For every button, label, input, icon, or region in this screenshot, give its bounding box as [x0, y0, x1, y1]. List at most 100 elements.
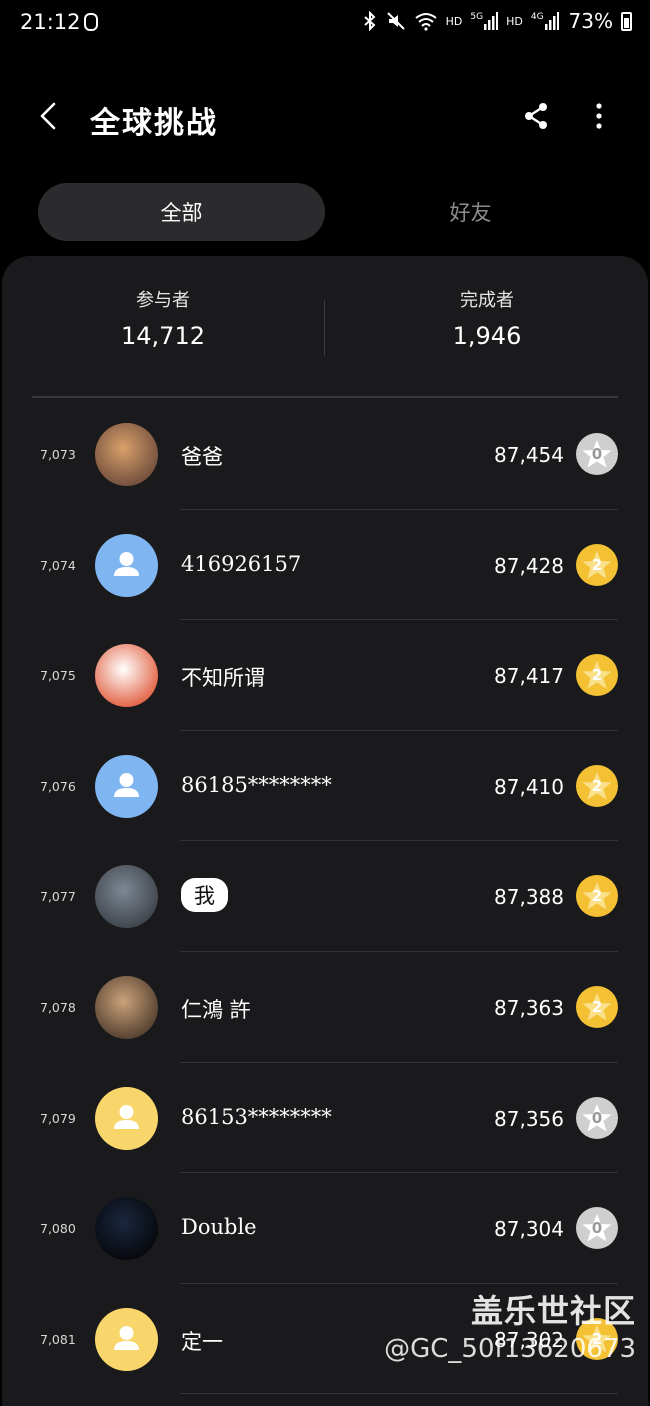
- score: 87,356: [494, 1106, 564, 1131]
- network-label: HD: [506, 14, 523, 28]
- person-icon: [114, 772, 139, 797]
- user-name: 仁鴻 許: [181, 997, 251, 1022]
- user-name: 416926157: [181, 551, 302, 576]
- star-badge-icon: 2: [576, 1317, 618, 1360]
- default-avatar: [95, 1307, 158, 1371]
- battery-percent: 73%: [568, 9, 613, 33]
- signal-bars: [544, 12, 559, 30]
- leaderboard-row[interactable]: 7,078 仁鴻 許 87,363 2: [2, 952, 648, 1063]
- star-badge-icon: 0: [576, 1096, 618, 1139]
- score: 87,388: [494, 885, 564, 910]
- signal-4g-icon: 4G: [531, 12, 559, 30]
- star-badge-icon: 2: [576, 985, 618, 1028]
- finishers-stat: 完成者 1,946: [326, 286, 648, 350]
- star-badge-icon: 2: [576, 654, 618, 697]
- stats-divider: [324, 300, 325, 356]
- leaderboard-row[interactable]: 7,080 Double 87,304 0: [2, 1173, 648, 1284]
- person-icon: [114, 1325, 139, 1350]
- network-label: 5G: [470, 12, 484, 22]
- leaderboard-panel: 参与者 14,712 完成者 1,946 7,073 爸爸 87,454 0 7,074…: [2, 256, 648, 1406]
- score: 87,417: [494, 664, 564, 689]
- user-name: 86153********: [181, 1104, 332, 1129]
- rank-number: 7,080: [40, 1221, 76, 1237]
- star-badge-icon: 2: [576, 764, 618, 807]
- status-icons: HD 5G HD 4G 73%: [362, 9, 632, 33]
- badge-count: 2: [591, 1329, 603, 1348]
- badge-count: 2: [591, 997, 603, 1016]
- stats-separator: [32, 396, 618, 398]
- rank-number: 7,081: [40, 1331, 76, 1347]
- score: 87,302: [494, 1327, 564, 1352]
- leaderboard-row[interactable]: 7,075 不知所谓 87,417 2: [2, 620, 648, 731]
- bluetooth-icon: [363, 11, 376, 31]
- default-avatar: [95, 754, 158, 818]
- badge-count: 2: [591, 666, 603, 685]
- participants-value: 14,712: [121, 322, 205, 350]
- current-user-name: 我: [181, 878, 228, 913]
- user-name: 爸爸: [181, 445, 223, 469]
- avatar: [95, 865, 158, 929]
- leaderboard-row[interactable]: 7,077 我 87,388 2: [2, 841, 648, 952]
- tab-all[interactable]: 全部: [38, 183, 325, 241]
- finishers-value: 1,946: [452, 322, 522, 350]
- participants-stat: 参与者 14,712: [2, 286, 324, 350]
- star-badge-icon: 0: [576, 433, 618, 475]
- rank-number: 7,074: [40, 557, 76, 573]
- avatar: [95, 423, 158, 486]
- badge-count: 2: [591, 776, 603, 795]
- default-avatar: [95, 533, 158, 597]
- badge-count: 0: [591, 1108, 603, 1127]
- status-bar: 21:12 HD 5G HD 4G 73%: [0, 0, 650, 48]
- more-vertical-icon[interactable]: [584, 100, 614, 132]
- score: 87,363: [494, 995, 564, 1020]
- leaderboard-row[interactable]: 7,081 定一 87,302 2: [2, 1284, 648, 1395]
- signal-5g-icon: 5G: [470, 12, 499, 30]
- person-icon: [114, 551, 139, 576]
- watch-icon: [84, 13, 98, 31]
- leaderboard-list: 7,073 爸爸 87,454 0 7,074 416926157 87,428 2 7,075…: [2, 399, 648, 1395]
- badge-count: 0: [591, 445, 603, 463]
- score: 87,454: [494, 443, 564, 467]
- rank-number: 7,078: [40, 999, 76, 1015]
- avatar: [95, 1197, 158, 1261]
- rank-number: 7,075: [40, 668, 76, 684]
- share-icon[interactable]: [520, 100, 552, 132]
- rank-number: 7,079: [40, 1110, 76, 1126]
- challenge-stats: 参与者 14,712 完成者 1,946: [2, 286, 648, 366]
- badge-count: 2: [591, 555, 603, 574]
- participants-label: 参与者: [136, 290, 190, 311]
- rank-number: 7,073: [40, 447, 76, 462]
- leaderboard-row[interactable]: 7,073 爸爸 87,454 0: [2, 399, 648, 510]
- network-label: 4G: [530, 12, 544, 22]
- back-arrow-icon[interactable]: [34, 100, 64, 132]
- user-name: 定一: [181, 1329, 223, 1354]
- default-avatar: [95, 1086, 158, 1150]
- score: 87,410: [494, 774, 564, 799]
- badge-count: 2: [591, 887, 603, 906]
- tab-friends[interactable]: 好友: [327, 183, 614, 241]
- avatar: [95, 644, 158, 708]
- rank-number: 7,077: [40, 889, 76, 905]
- leaderboard-row[interactable]: 7,079 86153******** 87,356 0: [2, 1063, 648, 1174]
- person-icon: [114, 1104, 139, 1129]
- user-name: 86185********: [181, 772, 332, 797]
- rank-number: 7,076: [40, 778, 76, 794]
- user-name: 不知所谓: [181, 666, 265, 691]
- battery-icon: [621, 11, 632, 31]
- scope-tabs: 全部 好友: [38, 183, 614, 241]
- star-badge-icon: 2: [576, 543, 618, 586]
- status-time: 21:12: [20, 10, 81, 34]
- wifi-icon: [415, 13, 437, 31]
- star-badge-icon: 2: [576, 875, 618, 918]
- user-name: Double: [181, 1215, 257, 1240]
- leaderboard-row[interactable]: 7,076 86185******** 87,410 2: [2, 731, 648, 842]
- avatar: [95, 975, 158, 1039]
- page-title: 全球挑战: [90, 106, 218, 141]
- finishers-label: 完成者: [460, 290, 514, 311]
- leaderboard-row[interactable]: 7,074 416926157 87,428 2: [2, 510, 648, 621]
- score: 87,304: [494, 1217, 564, 1242]
- network-label: HD: [445, 14, 463, 28]
- star-badge-icon: 0: [576, 1207, 618, 1250]
- score: 87,428: [494, 553, 564, 578]
- app-bar: 全球挑战: [0, 80, 650, 152]
